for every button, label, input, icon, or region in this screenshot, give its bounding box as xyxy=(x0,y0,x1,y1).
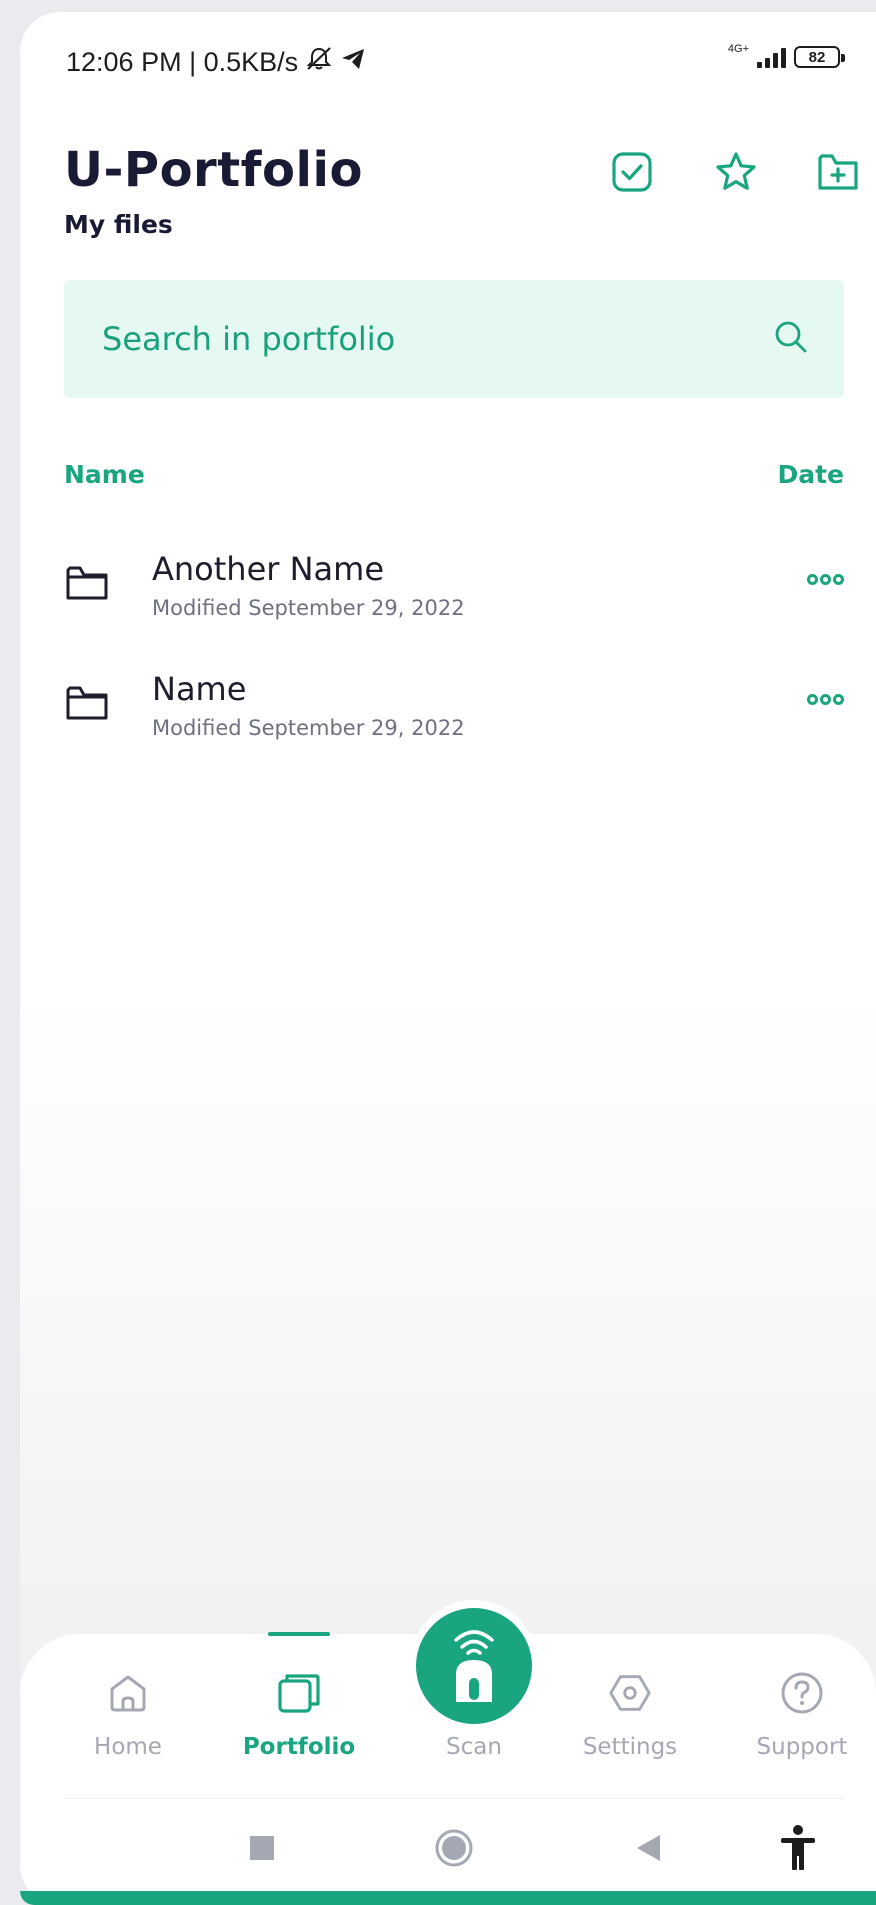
help-icon xyxy=(779,1670,825,1716)
list-item[interactable]: Another Name Modified September 29, 2022 xyxy=(64,550,844,640)
back-triangle-icon xyxy=(634,1833,662,1867)
signal-icon xyxy=(757,46,786,68)
page-subtitle: My files xyxy=(64,210,173,239)
nav-label: Support xyxy=(756,1734,848,1760)
nav-scan[interactable]: Scan xyxy=(394,1662,554,1772)
nav-settings[interactable]: Settings xyxy=(550,1662,710,1772)
add-folder-icon xyxy=(816,150,860,198)
search-input[interactable] xyxy=(100,319,774,359)
nav-support[interactable]: Support xyxy=(722,1662,876,1772)
file-name: Another Name xyxy=(152,550,384,588)
status-time: 12:06 PM | 0.5KB/s xyxy=(66,47,299,77)
status-right: 4G+ 82 xyxy=(727,43,845,68)
list-headers: Name Date xyxy=(64,460,844,489)
search-icon[interactable] xyxy=(774,320,808,358)
home-system-button[interactable] xyxy=(424,1820,484,1880)
square-icon xyxy=(249,1835,275,1865)
nav-label: Scan xyxy=(446,1734,502,1760)
accessibility-icon xyxy=(778,1824,818,1876)
nav-home[interactable]: Home xyxy=(48,1662,208,1772)
device-bottom-accent xyxy=(20,1891,876,1905)
nav-label: Portfolio xyxy=(242,1734,356,1760)
phone-screen: 12:06 PM | 0.5KB/s 4G+ 82 U-Portfolio My… xyxy=(20,12,876,1905)
page-title: U-Portfolio xyxy=(64,142,363,198)
file-name: Name xyxy=(152,670,247,708)
star-icon xyxy=(714,150,758,198)
nav-divider xyxy=(64,1798,844,1799)
sort-by-name[interactable]: Name xyxy=(64,460,145,489)
status-left: 12:06 PM | 0.5KB/s xyxy=(66,46,366,79)
active-tab-indicator xyxy=(268,1632,330,1636)
nav-label: Home xyxy=(94,1734,162,1760)
select-button[interactable] xyxy=(608,150,656,198)
folder-icon xyxy=(64,680,110,726)
back-button[interactable] xyxy=(618,1820,678,1880)
recent-apps-button[interactable] xyxy=(232,1820,292,1880)
file-modified: Modified September 29, 2022 xyxy=(152,716,465,740)
telegram-icon xyxy=(340,47,366,78)
search-box[interactable] xyxy=(64,280,844,398)
add-folder-button[interactable] xyxy=(814,150,862,198)
home-icon xyxy=(105,1670,151,1716)
status-bar: 12:06 PM | 0.5KB/s 4G+ 82 xyxy=(20,12,876,96)
portfolio-icon xyxy=(276,1670,322,1716)
battery-icon: 82 xyxy=(794,46,845,68)
list-item[interactable]: Name Modified September 29, 2022 xyxy=(64,670,844,760)
circle-icon xyxy=(434,1828,474,1872)
nav-label: Settings xyxy=(582,1734,678,1760)
checkbox-select-icon xyxy=(611,151,653,197)
accessibility-button[interactable] xyxy=(768,1820,828,1880)
more-options-icon[interactable] xyxy=(797,688,844,711)
battery-level: 82 xyxy=(808,48,826,66)
mute-icon xyxy=(304,46,334,79)
nav-portfolio[interactable]: Portfolio xyxy=(219,1662,379,1772)
more-options-icon[interactable] xyxy=(797,568,844,591)
file-modified: Modified September 29, 2022 xyxy=(152,596,465,620)
settings-icon xyxy=(607,1670,653,1716)
folder-icon xyxy=(64,560,110,606)
network-type: 4G+ xyxy=(727,43,749,55)
sort-by-date[interactable]: Date xyxy=(777,460,844,489)
favorites-button[interactable] xyxy=(712,150,760,198)
